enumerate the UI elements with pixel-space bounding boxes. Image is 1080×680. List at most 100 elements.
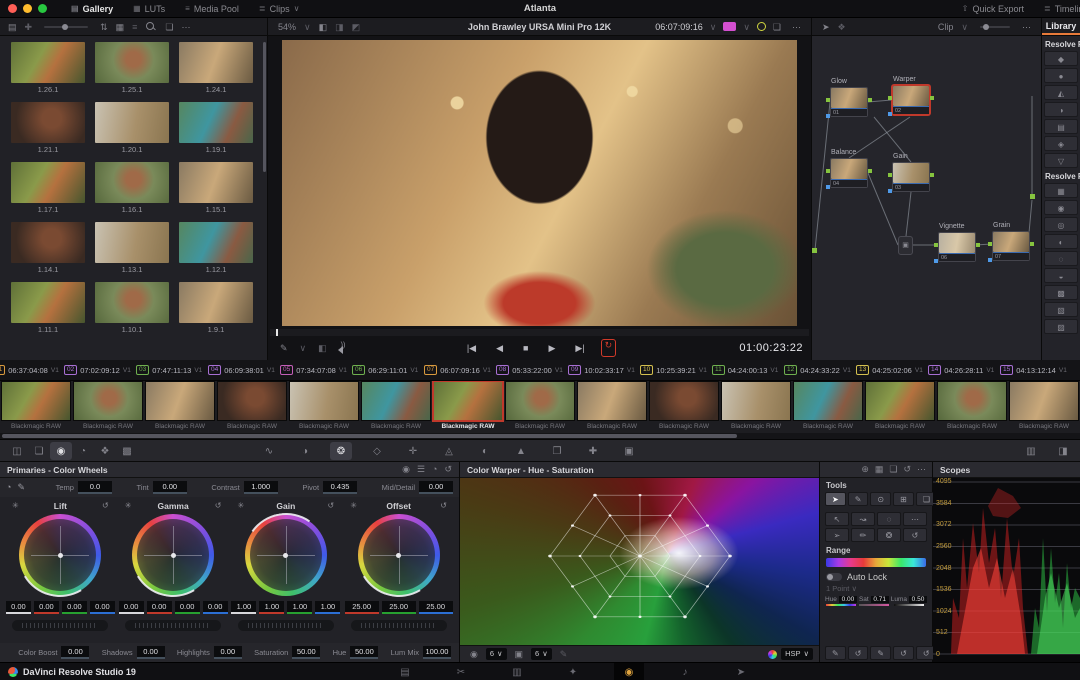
tab-library[interactable]: Library: [1042, 18, 1080, 35]
layer-mixer-node[interactable]: ▣: [898, 236, 913, 255]
node-grain[interactable]: Grain 07: [992, 231, 1030, 261]
viewer-image[interactable]: [282, 40, 797, 326]
timeline-clip-info[interactable]: 06 06:29:11:01 V1: [352, 360, 424, 380]
page-cut[interactable]: ✂: [446, 663, 476, 680]
palette-tool-button[interactable]: ❐: [546, 442, 568, 460]
gallery-still[interactable]: 1.16.1: [90, 162, 174, 218]
palette-tool-button[interactable]: ◑: [294, 442, 316, 460]
gallery-still[interactable]: 1.20.1: [90, 102, 174, 158]
timeline-clip-thumbnail[interactable]: Blackmagic RAW: [144, 381, 216, 433]
timeline-clip-thumbnail[interactable]: Blackmagic RAW: [360, 381, 432, 433]
node-vignette[interactable]: Vignette 06: [938, 232, 976, 262]
offset-master-wheel[interactable]: [351, 620, 447, 631]
highlight-view-icon[interactable]: ◩: [348, 18, 365, 36]
more-options-icon[interactable]: ⋯: [177, 18, 194, 36]
gain-b-value[interactable]: 1.00: [315, 601, 340, 614]
annotate-pen-icon[interactable]: ✎: [276, 339, 292, 357]
param-value[interactable]: 50.00: [350, 646, 378, 659]
reset-icon[interactable]: ↺: [328, 501, 335, 510]
viewer-zoom-level[interactable]: 54%: [274, 18, 300, 36]
chevron-down-icon[interactable]: ∨: [957, 18, 972, 36]
timeline-clip-info[interactable]: 14 04:26:28:11 V1: [928, 360, 1000, 380]
step-back-button[interactable]: ◀: [492, 339, 507, 357]
timeline-clip-thumbnail[interactable]: Blackmagic RAW: [288, 381, 360, 433]
unmix-icon[interactable]: ◧: [314, 339, 331, 357]
offset-g-value[interactable]: 25.00: [382, 601, 416, 614]
quick-export-button[interactable]: ⇧ Quick Export: [952, 0, 1034, 17]
previous-clip-button[interactable]: |◀: [463, 339, 480, 357]
warper-tool-button[interactable]: ⊙: [870, 492, 891, 506]
lift-b-value[interactable]: 0.00: [90, 601, 115, 614]
warper-tool-button[interactable]: ➢: [825, 528, 849, 542]
warper-footer-button[interactable]: ✎: [870, 646, 891, 660]
offset-b-value[interactable]: 25.00: [419, 601, 453, 614]
palette-tool-button[interactable]: ∿: [258, 442, 280, 460]
palette-tool-button[interactable]: ◉: [50, 442, 72, 460]
reset-icon[interactable]: ↺: [903, 464, 911, 475]
gain-master-wheel[interactable]: [238, 620, 334, 631]
auto-lock-toggle[interactable]: [826, 573, 842, 581]
media-pool-toggle-button[interactable]: ≡ Media Pool: [175, 0, 249, 17]
wheels-mode-icon[interactable]: ◉: [402, 464, 410, 475]
palette-tool-button[interactable]: ▩: [116, 442, 138, 460]
sort-icon[interactable]: ⇅: [96, 18, 112, 36]
grab-still-icon[interactable]: ✚: [21, 18, 37, 36]
resolve-fx-item[interactable]: ◐: [1044, 234, 1078, 249]
search-icon[interactable]: [146, 22, 156, 32]
gallery-still[interactable]: 1.21.1: [6, 102, 90, 158]
flag-icon[interactable]: [723, 22, 736, 31]
sat-divisions-dropdown[interactable]: 6∨: [531, 648, 552, 660]
hue-value[interactable]: 0.00: [839, 596, 857, 603]
camera-raw-icon[interactable]: ◔: [6, 482, 11, 493]
lift-y-value[interactable]: 0.00: [6, 601, 31, 614]
timeline-clip-info[interactable]: 04 06:09:38:01 V1: [208, 360, 280, 380]
warper-canvas[interactable]: [460, 478, 819, 645]
page-fusion[interactable]: ✦: [558, 663, 588, 680]
param-value[interactable]: 100.00: [423, 646, 451, 659]
gain-r-value[interactable]: 1.00: [259, 601, 284, 614]
lift-r-value[interactable]: 0.00: [34, 601, 59, 614]
palette-tool-button[interactable]: ◔: [72, 442, 94, 460]
point-mode-dropdown[interactable]: 1 Point ∨: [820, 583, 932, 594]
palette-tool-button[interactable]: ◇: [366, 442, 388, 460]
timeline-clip-thumbnail[interactable]: Blackmagic RAW: [648, 381, 720, 433]
node-mode-dropdown[interactable]: Clip: [934, 18, 958, 36]
gamma-b-value[interactable]: 0.00: [203, 601, 228, 614]
gain-color-wheel[interactable]: [245, 514, 327, 596]
resolve-fx-item[interactable]: ◎: [1044, 217, 1078, 232]
chevron-down-icon[interactable]: ∨: [739, 18, 754, 36]
gamma-color-wheel[interactable]: [132, 514, 214, 596]
gallery-still[interactable]: 1.19.1: [174, 102, 258, 158]
palette-tool-button[interactable]: ✚: [582, 442, 604, 460]
more-options-icon[interactable]: ⋯: [1018, 18, 1035, 36]
color-space-dropdown[interactable]: HSP∨: [781, 648, 813, 660]
resolve-fx-item[interactable]: ◑: [1044, 102, 1078, 117]
cursor-tool-icon[interactable]: ➤: [818, 18, 834, 36]
chevron-down-icon[interactable]: ∨: [296, 339, 311, 357]
auto-adjust-icon[interactable]: ✳: [350, 501, 357, 510]
gallery-still[interactable]: 1.14.1: [6, 222, 90, 278]
offset-color-wheel[interactable]: [358, 514, 440, 596]
timeline-scrollbar[interactable]: [0, 433, 1080, 440]
chevron-down-icon[interactable]: ∨: [300, 18, 315, 36]
warper-tool-button[interactable]: ➤: [825, 492, 846, 506]
warper-footer-button[interactable]: ✎: [825, 646, 846, 660]
param-value[interactable]: 0.00: [419, 481, 453, 494]
gallery-still[interactable]: 1.9.1: [174, 282, 258, 338]
color-sample-icon[interactable]: [757, 22, 766, 31]
node-glow[interactable]: Glow 01: [830, 87, 868, 117]
timeline-clip-thumbnail[interactable]: Blackmagic RAW: [864, 381, 936, 433]
gallery-toggle-button[interactable]: ▤ Gallery: [61, 0, 123, 17]
node-balance[interactable]: Balance 04: [830, 158, 868, 188]
sat-value[interactable]: 0.71: [871, 596, 889, 603]
palette-tool-button[interactable]: ▥: [1020, 442, 1042, 460]
param-value[interactable]: 1.000: [244, 481, 278, 494]
hue-divisions-dropdown[interactable]: 6∨: [486, 648, 507, 660]
auto-adjust-icon[interactable]: ✳: [12, 501, 19, 510]
warper-tool-button[interactable]: ◌: [877, 512, 901, 526]
page-fairlight[interactable]: ♪: [670, 663, 700, 680]
gallery-still[interactable]: 1.12.1: [174, 222, 258, 278]
lift-color-wheel[interactable]: [19, 514, 101, 596]
resolve-fx-item[interactable]: ◭: [1044, 85, 1078, 100]
clips-toggle-button[interactable]: ≣ Clips ∨: [249, 0, 310, 17]
